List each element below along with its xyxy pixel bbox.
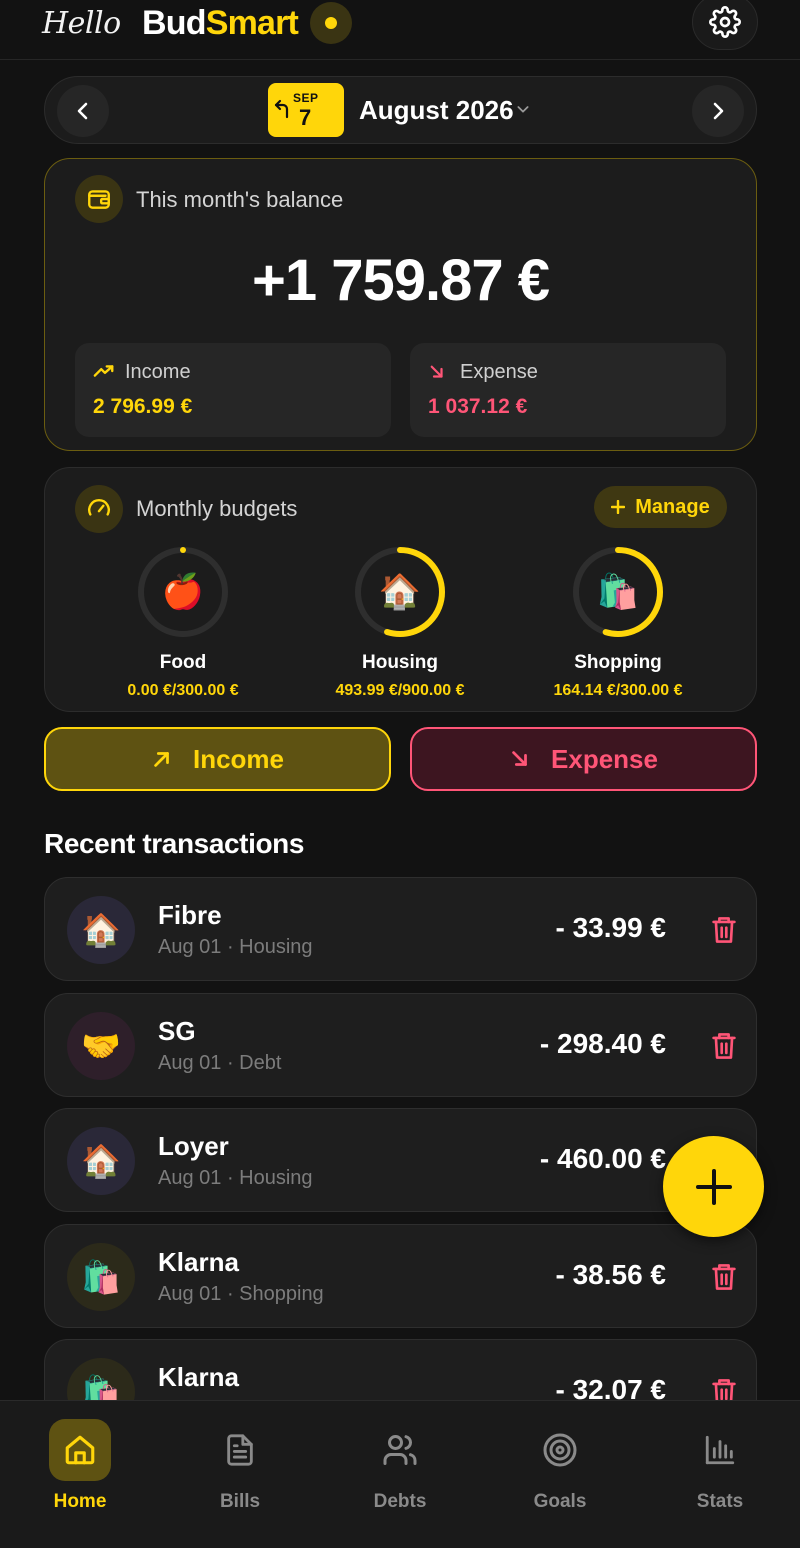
nav-stats-label: Stats [696, 1491, 744, 1512]
nav-goals[interactable]: Goals [500, 1419, 620, 1513]
arrow-down-right-icon [512, 751, 527, 766]
transaction-category-icon: 🏠 [67, 1127, 135, 1195]
transaction-name: Loyer [158, 1131, 229, 1161]
budget-category-icon: 🏠 [378, 573, 422, 611]
expense-summary-value: 1 037.12 € [428, 395, 528, 418]
nav-bills-label: Bills [219, 1491, 261, 1512]
nav-home[interactable]: Home [20, 1419, 140, 1513]
transaction-name: Klarna [158, 1362, 239, 1392]
bar-chart-icon [689, 1419, 751, 1481]
balance-amount: +1 759.87 € [251, 248, 550, 313]
budget-item[interactable]: 🛍️ Shopping 164.14 €/300.00 € [528, 544, 708, 700]
trash-icon[interactable] [710, 1262, 738, 1292]
nav-debts[interactable]: Debts [340, 1419, 460, 1513]
budget-progress-ring: 🍎 [135, 544, 231, 640]
nav-goals-label: Goals [533, 1491, 587, 1512]
plus-icon [611, 500, 626, 514]
next-month-button[interactable] [692, 85, 744, 137]
transaction-category-icon: 🤝 [67, 1012, 135, 1080]
expense-summary: Expense 1 037.12 € [410, 343, 726, 437]
nav-bills[interactable]: Bills [180, 1419, 300, 1513]
budget-amount: 164.14 €/300.00 € [553, 682, 683, 699]
transaction-meta: Aug 01 · Debt [158, 1052, 282, 1074]
budget-item[interactable]: 🏠 Housing 493.99 €/900.00 € [310, 544, 490, 700]
previous-month-button[interactable] [57, 85, 109, 137]
top-bar: Hello BudSmart [0, 0, 800, 60]
transaction-row[interactable]: 🏠 Loyer Aug 01 · Housing - 460.00 € [44, 1108, 757, 1212]
income-summary-label: Income [125, 361, 191, 383]
recent-transactions-title: Recent transactions [44, 828, 305, 859]
budgets-title: Monthly budgets [136, 496, 298, 521]
wallet-icon [75, 175, 123, 223]
document-icon [209, 1419, 271, 1481]
transaction-row[interactable]: 🤝 SG Aug 01 · Debt - 298.40 € [44, 993, 757, 1097]
transaction-meta: Aug 01 · Shopping [158, 1283, 324, 1305]
today-month: SEP [293, 91, 319, 105]
target-icon [529, 1419, 591, 1481]
trending-up-icon [93, 365, 114, 377]
transaction-amount: - 460.00 € [539, 1143, 666, 1174]
month-selector: SEP 7 August 2026 [44, 76, 757, 144]
chevron-down-icon[interactable] [515, 101, 531, 117]
add-income-button[interactable]: Income [44, 727, 391, 791]
manage-label: Manage [635, 495, 710, 518]
chevron-left-icon [77, 102, 88, 120]
budget-category-icon: 🍎 [161, 573, 205, 611]
income-summary-value: 2 796.99 € [93, 395, 193, 418]
budgets-card: Monthly budgets Manage 🍎 Food 0.00 €/300.0… [44, 467, 757, 712]
balance-title: This month's balance [136, 187, 344, 212]
transaction-amount: - 298.40 € [539, 1028, 666, 1059]
nav-home-label: Home [53, 1491, 107, 1512]
budget-progress-ring: 🛍️ [570, 544, 666, 640]
bottom-navigation: Home Bills Debts Goals Stats [0, 1400, 800, 1548]
plus-icon [695, 1168, 732, 1205]
transaction-meta: Aug 01 · Housing [158, 936, 313, 958]
status-dot-icon [310, 2, 352, 44]
current-month-label[interactable]: August 2026 [359, 95, 514, 126]
gauge-icon [75, 485, 123, 533]
transaction-name: Fibre [158, 900, 222, 930]
arrow-up-right-icon [154, 752, 169, 767]
income-summary: Income 2 796.99 € [75, 343, 391, 437]
add-expense-label: Expense [551, 743, 658, 774]
nav-debts-label: Debts [373, 1491, 427, 1512]
budget-item[interactable]: 🍎 Food 0.00 €/300.00 € [93, 544, 273, 700]
chevron-right-icon [713, 102, 724, 120]
transaction-row[interactable]: 🛍️ Klarna Aug 01 · Shopping - 38.56 € [44, 1224, 757, 1328]
transaction-row[interactable]: 🏠 Fibre Aug 01 · Housing - 33.99 € [44, 877, 757, 981]
budget-category-icon: 🛍️ [596, 573, 640, 611]
expense-summary-label: Expense [460, 361, 538, 383]
today-button[interactable]: SEP 7 [268, 83, 344, 137]
transaction-name: Klarna [158, 1247, 239, 1277]
greeting: Hello [42, 6, 121, 41]
budget-amount: 493.99 €/900.00 € [335, 682, 465, 699]
trash-icon[interactable] [710, 915, 738, 945]
budget-name: Shopping [574, 652, 662, 673]
transaction-category-icon: 🏠 [67, 896, 135, 964]
app-logo: BudSmart [142, 4, 299, 42]
add-expense-button[interactable]: Expense [410, 727, 757, 791]
gear-icon [709, 6, 741, 38]
today-day: 7 [299, 105, 312, 130]
settings-button[interactable] [692, 0, 758, 50]
budget-progress-ring: 🏠 [352, 544, 448, 640]
transaction-name: SG [158, 1016, 196, 1046]
return-arrow-icon [274, 99, 289, 119]
manage-budgets-button[interactable]: Manage [594, 486, 727, 528]
balance-card: This month's balance +1 759.87 € Income … [44, 158, 757, 451]
home-icon [49, 1419, 111, 1481]
transaction-meta: Aug 01 · Housing [158, 1167, 313, 1189]
nav-stats[interactable]: Stats [660, 1419, 780, 1513]
arrow-down-right-icon [430, 365, 443, 378]
transaction-category-icon: 🛍️ [67, 1243, 135, 1311]
add-transaction-fab[interactable] [663, 1136, 764, 1237]
users-icon [369, 1419, 431, 1481]
trash-icon[interactable] [710, 1031, 738, 1061]
add-income-label: Income [192, 743, 285, 774]
budget-name: Food [159, 652, 207, 673]
budget-name: Housing [362, 652, 438, 673]
budget-amount: 0.00 €/300.00 € [127, 682, 239, 699]
transaction-amount: - 38.56 € [555, 1259, 666, 1290]
transaction-amount: - 33.99 € [555, 912, 666, 943]
